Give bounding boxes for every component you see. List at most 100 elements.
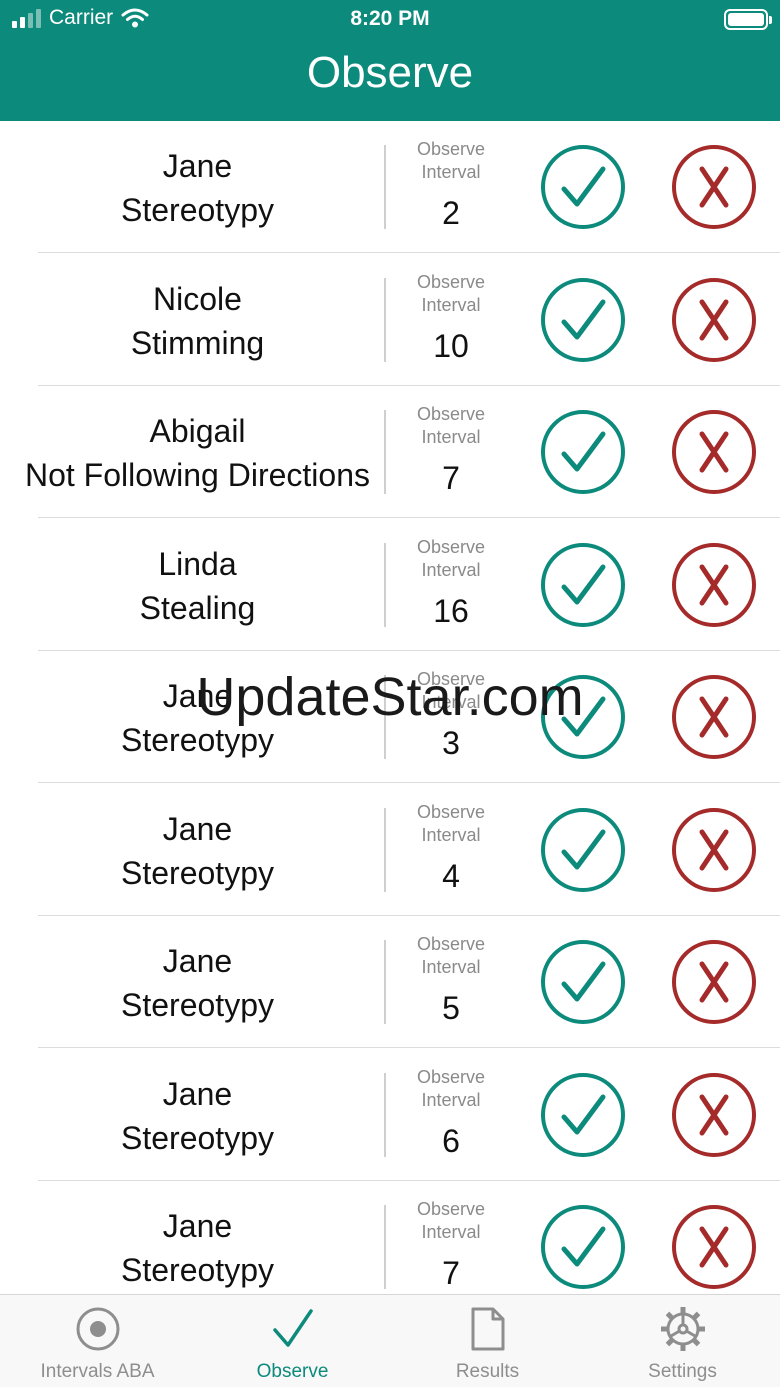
observation-list[interactable]: Jane Stereotypy Observe Interval 2 Nicole Sti… (0, 121, 780, 1294)
mark-observed-button[interactable] (540, 807, 626, 893)
tab-label: Intervals ABA (40, 1361, 155, 1382)
checkmark-circle-icon (540, 409, 626, 495)
row-divider (384, 1205, 386, 1289)
mark-observed-button[interactable] (540, 277, 626, 363)
interval-number: 16 (433, 593, 469, 629)
row-divider (384, 940, 386, 1024)
mark-not-observed-button[interactable] (671, 542, 757, 628)
battery-icon (724, 9, 772, 30)
row-names: Jane Stereotypy (0, 807, 395, 895)
student-name: Jane (162, 1208, 233, 1244)
row-names: Jane Stereotypy (0, 1204, 395, 1292)
row-divider (384, 808, 386, 892)
checkmark-circle-icon (540, 542, 626, 628)
row-separator (38, 252, 780, 253)
row-divider (384, 145, 386, 229)
observation-row: Jane Stereotypy Observe Interval 5 (0, 916, 780, 1048)
row-divider (384, 543, 386, 627)
checkmark-circle-icon (540, 144, 626, 230)
student-name: Abigail (149, 413, 246, 449)
row-names: Jane Stereotypy (0, 144, 395, 232)
interval-label: Observe Interval (416, 139, 486, 182)
page-title: Observe (306, 48, 474, 97)
row-separator (38, 1047, 780, 1048)
behavior-name: Stereotypy (121, 987, 274, 1023)
x-circle-icon (671, 1204, 757, 1290)
checkmark-circle-icon (540, 939, 626, 1025)
row-separator (38, 782, 780, 783)
row-divider (384, 675, 386, 759)
student-name: Linda (158, 546, 237, 582)
checkmark-circle-icon (540, 277, 626, 363)
tab-label: Observe (256, 1361, 329, 1382)
row-names: Jane Stereotypy (0, 1072, 395, 1160)
student-name: Jane (162, 678, 233, 714)
mark-not-observed-button[interactable] (671, 1204, 757, 1290)
interval-label: Observe Interval (416, 1067, 486, 1110)
interval-label: Observe Interval (416, 272, 486, 315)
row-separator (38, 517, 780, 518)
row-names: Abigail Not Following Directions (0, 409, 395, 497)
x-circle-icon (671, 674, 757, 760)
interval-label: Observe Interval (416, 802, 486, 845)
interval-number: 10 (433, 328, 469, 364)
header: Carrier 8:20 PM Observe (0, 0, 780, 121)
behavior-name: Stereotypy (121, 722, 274, 758)
tab-settings[interactable]: Settings (585, 1295, 780, 1387)
status-time: 8:20 PM (350, 7, 430, 30)
row-names: Jane Stereotypy (0, 674, 395, 762)
interval-label: Observe Interval (416, 1199, 486, 1242)
mark-observed-button[interactable] (540, 1204, 626, 1290)
observation-row: Jane Stereotypy Observe Interval 7 (0, 1181, 780, 1294)
interval-number: 4 (442, 858, 460, 894)
student-name: Jane (162, 811, 233, 847)
interval-number: 2 (442, 195, 460, 231)
tab-label: Results (455, 1361, 520, 1382)
behavior-name: Stereotypy (121, 1252, 274, 1288)
observation-row: Jane Stereotypy Observe Interval 4 (0, 784, 780, 916)
interval-label: Observe Interval (416, 669, 486, 712)
mark-not-observed-button[interactable] (671, 277, 757, 363)
row-divider (384, 1073, 386, 1157)
observation-row: Abigail Not Following Directions Observe I… (0, 386, 780, 518)
student-name: Jane (162, 1076, 233, 1112)
interval-number: 6 (442, 1123, 460, 1159)
interval-label: Observe Interval (416, 537, 486, 580)
x-circle-icon (671, 807, 757, 893)
mark-observed-button[interactable] (540, 939, 626, 1025)
x-circle-icon (671, 542, 757, 628)
interval-number: 3 (442, 725, 460, 761)
mark-not-observed-button[interactable] (671, 674, 757, 760)
checkmark-circle-icon (540, 674, 626, 760)
x-circle-icon (671, 277, 757, 363)
status-bar: Carrier 8:20 PM (0, 0, 780, 40)
mark-not-observed-button[interactable] (671, 409, 757, 495)
observation-row: Nicole Stimming Observe Interval 10 (0, 254, 780, 386)
observation-row: Jane Stereotypy Observe Interval 6 (0, 1049, 780, 1181)
interval-number: 5 (442, 990, 460, 1026)
tab-bar: Intervals ABA Observe Results Settings (0, 1294, 780, 1387)
row-names: Jane Stereotypy (0, 939, 395, 1027)
tab-results[interactable]: Results (390, 1295, 585, 1387)
interval-label: Observe Interval (416, 934, 486, 977)
mark-observed-button[interactable] (540, 409, 626, 495)
tab-observe[interactable]: Observe (195, 1295, 390, 1387)
behavior-name: Not Following Directions (24, 457, 370, 493)
mark-observed-button[interactable] (540, 1072, 626, 1158)
mark-observed-button[interactable] (540, 542, 626, 628)
observation-row: Linda Stealing Observe Interval 16 (0, 519, 780, 651)
checkmark-circle-icon (540, 1072, 626, 1158)
mark-not-observed-button[interactable] (671, 807, 757, 893)
mark-observed-button[interactable] (540, 674, 626, 760)
checkmark-circle-icon (540, 807, 626, 893)
observation-row: Jane Stereotypy Observe Interval 3 (0, 651, 780, 783)
mark-not-observed-button[interactable] (671, 939, 757, 1025)
behavior-name: Stereotypy (121, 192, 274, 228)
tab-intervals-aba[interactable]: Intervals ABA (0, 1295, 195, 1387)
mark-observed-button[interactable] (540, 144, 626, 230)
row-divider (384, 410, 386, 494)
checkmark-icon (270, 1306, 316, 1352)
mark-not-observed-button[interactable] (671, 1072, 757, 1158)
interval-number: 7 (442, 460, 460, 496)
mark-not-observed-button[interactable] (671, 144, 757, 230)
